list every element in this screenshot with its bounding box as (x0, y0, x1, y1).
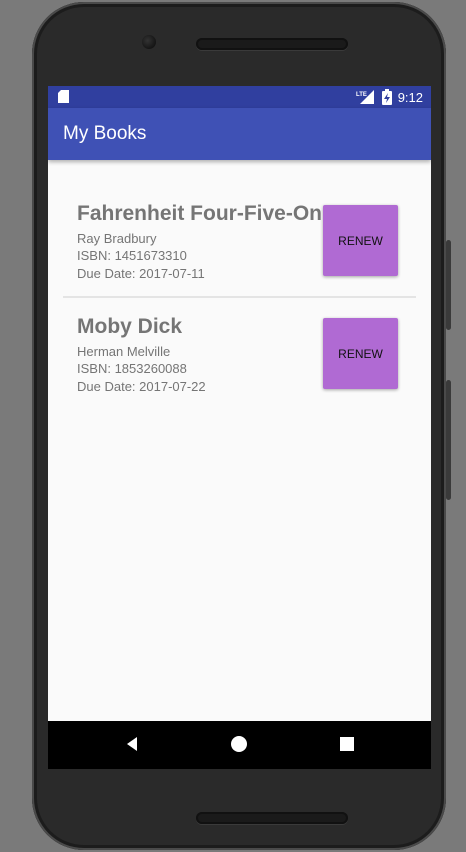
front-camera (142, 35, 156, 49)
back-icon[interactable] (124, 735, 140, 753)
renew-button[interactable]: RENEW (323, 318, 398, 389)
signal-icon: LTE (356, 90, 374, 104)
book-title: Fahrenheit Four-Five-One (77, 202, 321, 225)
book-title: Moby Dick (77, 315, 183, 338)
book-author: Herman Melville (77, 344, 171, 359)
renew-button[interactable]: RENEW (323, 205, 398, 276)
status-time: 9:12 (397, 89, 423, 105)
book-due-date: Due Date: 2017-07-11 (77, 266, 205, 281)
sd-card-icon (58, 90, 69, 103)
screen: LTE 9:12 My Books Fahrenheit Four-Five-O… (48, 86, 431, 769)
status-bar: LTE 9:12 (48, 86, 431, 108)
divider (63, 296, 416, 298)
book-isbn: ISBN: 1451673310 (77, 248, 187, 263)
volume-button[interactable] (446, 380, 451, 500)
list-item: Moby Dick Herman Melville ISBN: 18532600… (48, 315, 431, 425)
recents-icon[interactable] (339, 735, 355, 753)
svg-text:LTE: LTE (356, 92, 367, 98)
top-speaker (196, 38, 348, 50)
book-isbn: ISBN: 1853260088 (77, 361, 187, 376)
page-title: My Books (63, 123, 147, 144)
book-author: Ray Bradbury (77, 231, 157, 246)
book-due-date: Due Date: 2017-07-22 (77, 379, 206, 394)
power-button[interactable] (446, 240, 451, 330)
battery-charging-icon (381, 89, 392, 105)
bottom-speaker (196, 812, 348, 824)
home-icon[interactable] (230, 735, 248, 753)
navigation-bar (48, 721, 431, 769)
app-bar: My Books (48, 108, 431, 160)
